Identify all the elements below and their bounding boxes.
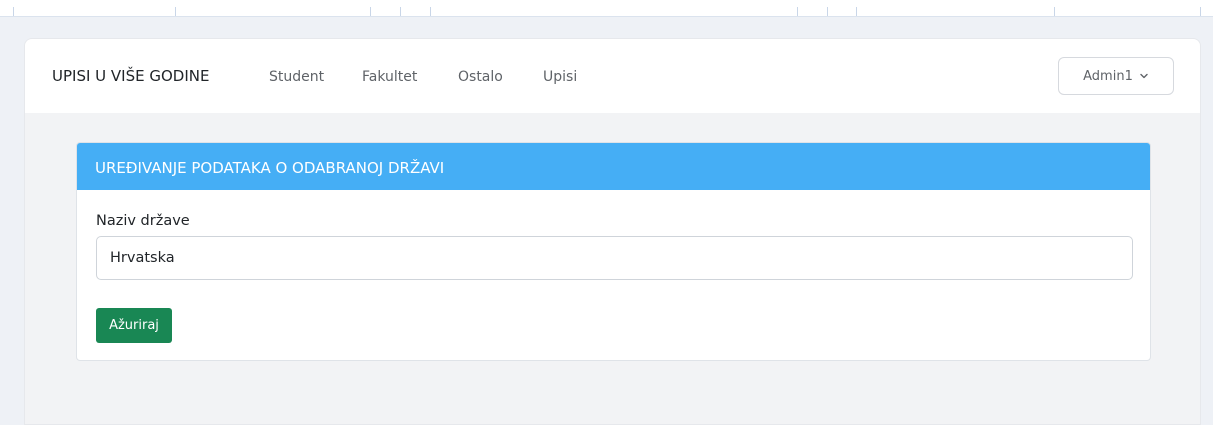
strip-divider (370, 7, 371, 16)
nav-link-upisi[interactable]: Upisi (543, 69, 577, 85)
strip-divider (1200, 7, 1201, 16)
user-menu-button[interactable]: Admin1 (1058, 57, 1174, 95)
chevron-down-icon (1140, 73, 1148, 79)
app-frame: UPISI U VIŠE GODINE Student Fakultet Ost… (24, 38, 1201, 425)
navbar: UPISI U VIŠE GODINE Student Fakultet Ost… (25, 39, 1200, 113)
update-button[interactable]: Ažuriraj (96, 308, 172, 343)
strip-divider (430, 7, 431, 16)
nav-link-ostalo[interactable]: Ostalo (458, 69, 503, 85)
strip-divider (13, 7, 14, 16)
strip-divider (797, 7, 798, 16)
top-strip (0, 0, 1213, 17)
card-title: UREĐIVANJE PODATAKA O ODABRANOJ DRŽAVI (77, 143, 1150, 190)
strip-divider (400, 7, 401, 16)
country-name-input[interactable] (96, 236, 1133, 280)
strip-divider (827, 7, 828, 16)
nav-link-student[interactable]: Student (269, 69, 324, 85)
navbar-brand[interactable]: UPISI U VIŠE GODINE (52, 67, 209, 85)
strip-divider (175, 7, 176, 16)
nav-link-fakultet[interactable]: Fakultet (362, 69, 417, 85)
edit-country-card: UREĐIVANJE PODATAKA O ODABRANOJ DRŽAVI N… (76, 142, 1151, 361)
user-menu-label: Admin1 (1083, 68, 1133, 84)
strip-divider (856, 7, 857, 16)
strip-divider (1054, 7, 1055, 16)
country-name-label: Naziv države (96, 213, 190, 229)
